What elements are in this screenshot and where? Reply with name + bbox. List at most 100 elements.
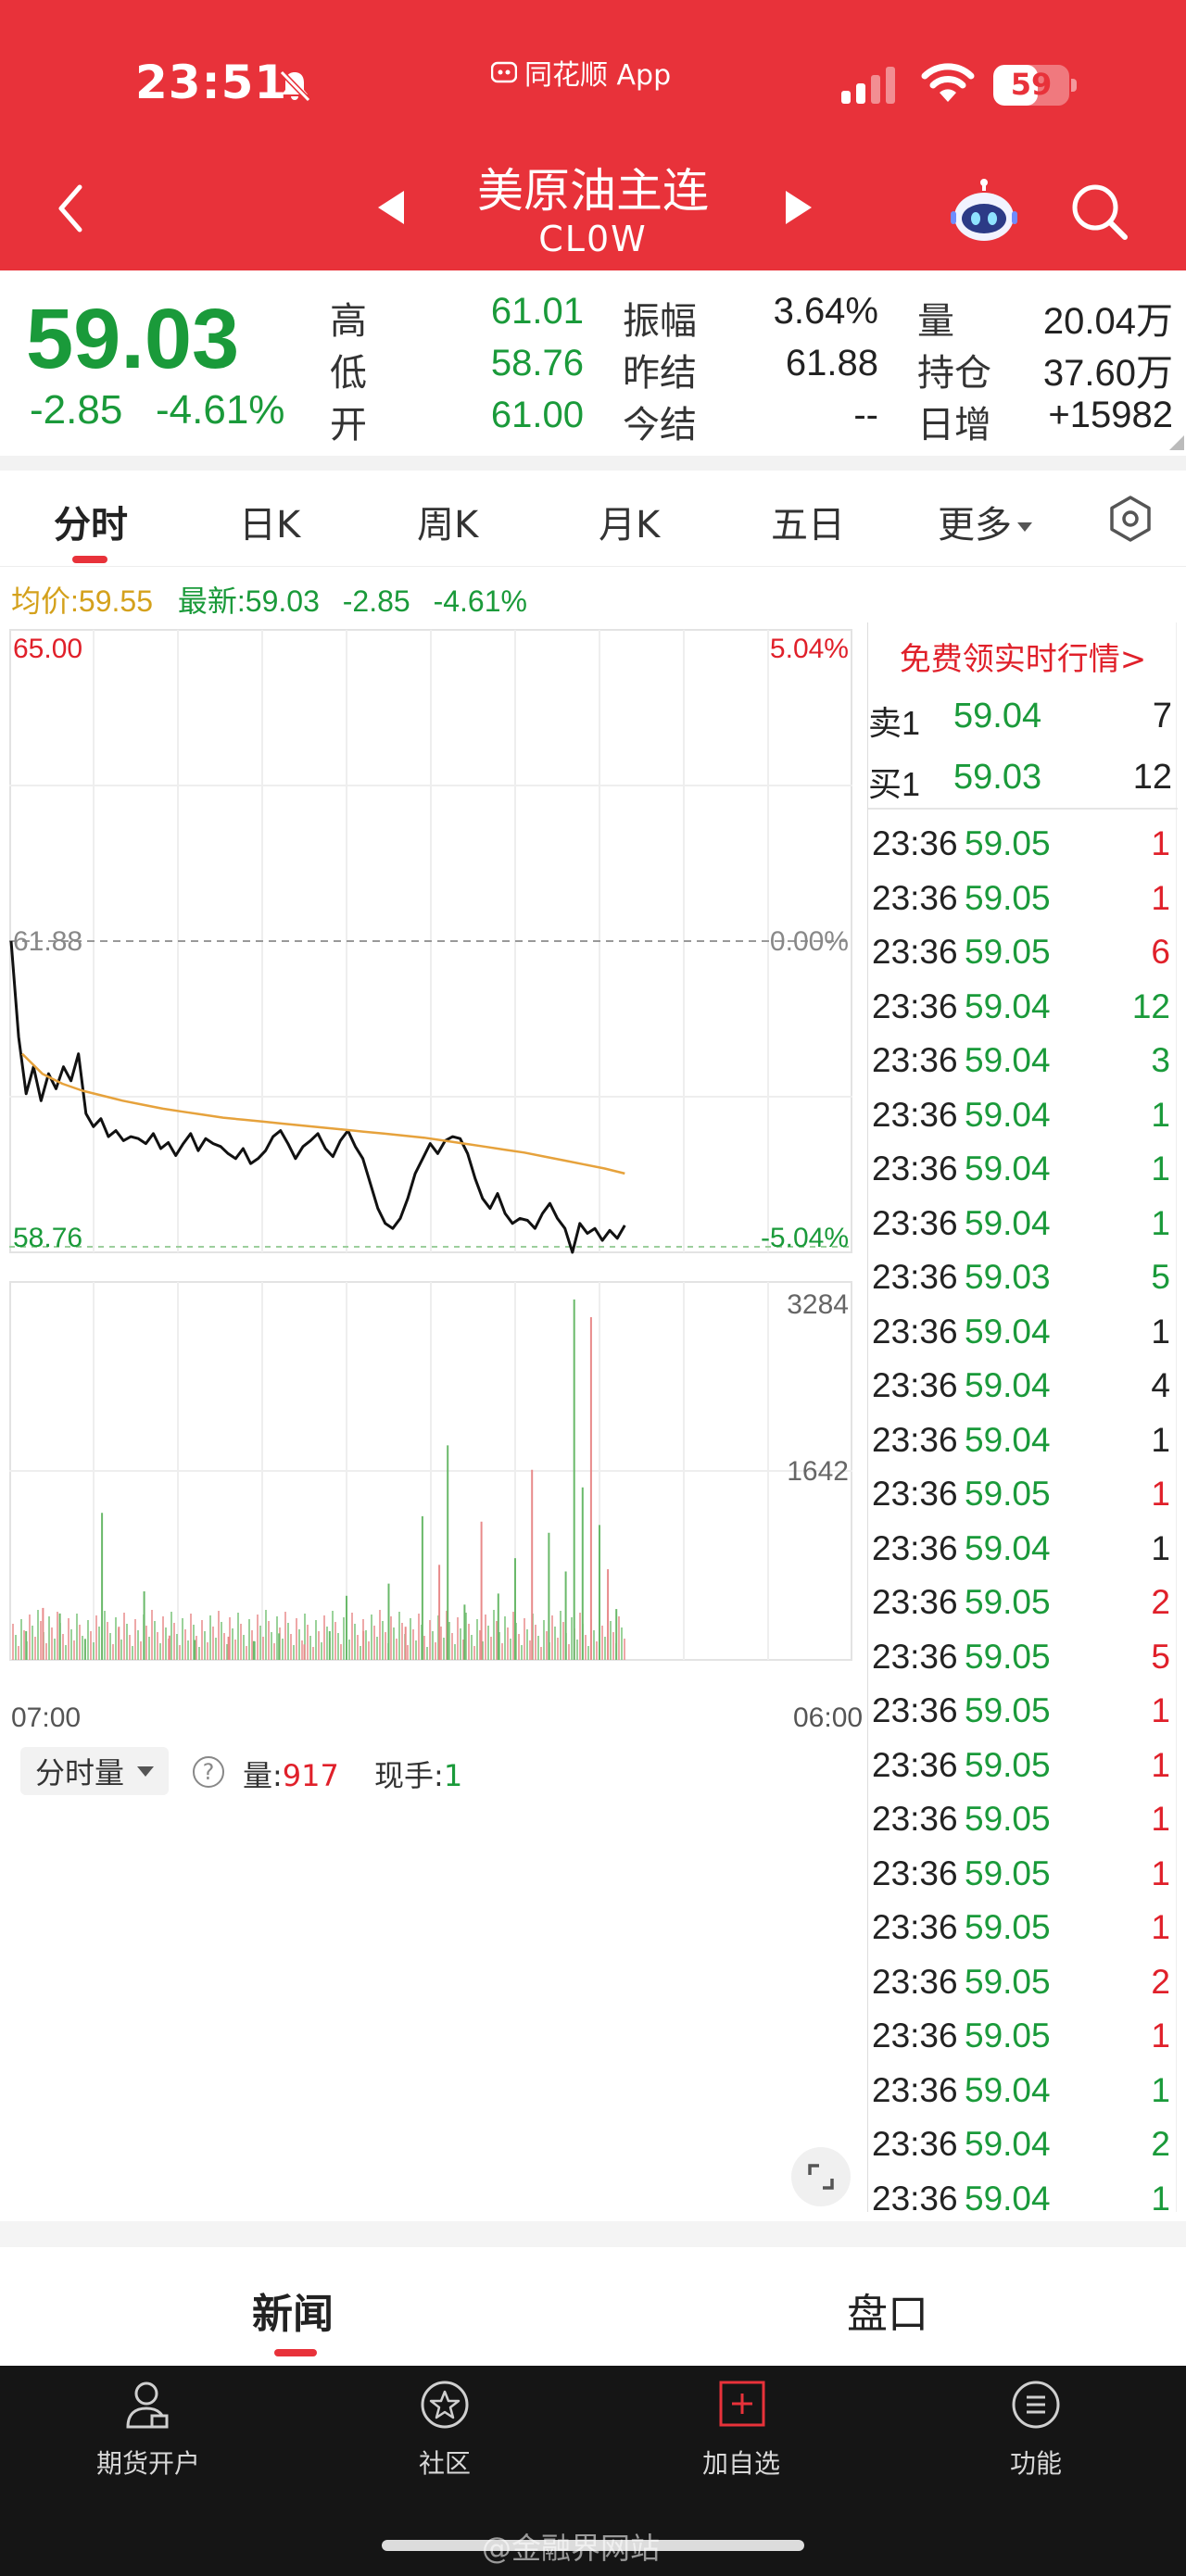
tick-time: 23:36 <box>872 2179 958 2218</box>
contract-code: CL0W <box>538 219 648 259</box>
volume-label-mid: 1642 <box>787 1456 849 1487</box>
quote-label-open-interest: 持仓 <box>917 352 991 395</box>
tab-more[interactable]: 更多 <box>938 495 1032 548</box>
tick-price: 59.05 <box>965 2017 1051 2055</box>
buy-1-qty: 12 <box>1132 758 1172 797</box>
tick-volume: 5 <box>1151 1637 1170 1676</box>
y-label-percent-reference: 0.00% <box>770 926 849 957</box>
sell-1-price: 59.04 <box>953 697 1042 735</box>
tick-row: 23:36 59.05 2 <box>868 1577 1178 1631</box>
tick-time: 23:36 <box>872 2125 958 2163</box>
bell-muted-icon <box>279 69 311 103</box>
tab-weekly-k[interactable]: 周K <box>417 495 478 548</box>
menu-list-icon <box>1012 2381 1060 2429</box>
tick-time: 23:36 <box>872 1041 958 1079</box>
latest-price-label: 最新: <box>177 584 246 618</box>
tick-row: 23:36 59.04 2 <box>868 2119 1178 2173</box>
battery-percent: 59 <box>1010 67 1053 102</box>
quote-value-open: 61.00 <box>490 395 584 435</box>
tab-five-day[interactable]: 五日 <box>771 495 845 548</box>
nav-add-watchlist[interactable]: 加自选 <box>649 2375 834 2481</box>
buy-1-label: 买1 <box>868 765 921 803</box>
sell-1-row: 卖1 59.04 7 <box>868 685 1178 747</box>
tick-time: 23:36 <box>872 1691 958 1729</box>
tick-row: 23:36 59.05 1 <box>868 873 1178 927</box>
nav-functions[interactable]: 功能 <box>943 2375 1129 2481</box>
tab-news[interactable]: 新闻 <box>252 2281 334 2340</box>
tick-price: 59.05 <box>965 1475 1051 1513</box>
tick-row: 23:36 59.05 5 <box>868 1632 1178 1686</box>
settings-hexagon-icon[interactable] <box>1106 495 1154 543</box>
volume-label: 量: <box>243 1758 283 1793</box>
previous-contract-icon[interactable] <box>372 187 410 228</box>
source-app-indicator[interactable]: 同花顺 App <box>491 52 671 93</box>
tick-time: 23:36 <box>872 1853 958 1892</box>
tick-price: 59.05 <box>965 878 1051 917</box>
tick-volume: 1 <box>1151 1150 1170 1187</box>
tick-row: 23:36 59.04 4 <box>868 1361 1178 1414</box>
back-icon[interactable] <box>48 176 95 241</box>
home-indicator <box>382 2540 804 2551</box>
volume-selector-label: 分时量 <box>35 1755 125 1791</box>
tick-time: 23:36 <box>872 2070 958 2109</box>
tick-row: 23:36 59.05 1 <box>868 1740 1178 1794</box>
tick-price: 59.05 <box>965 824 1051 862</box>
tick-price: 59.04 <box>965 2179 1051 2218</box>
tick-time: 23:36 <box>872 1637 958 1676</box>
section-divider <box>0 456 1186 471</box>
volume-indicator-selector[interactable]: 分时量 <box>20 1747 170 1795</box>
help-icon[interactable]: ? <box>193 1756 224 1788</box>
tick-time: 23:36 <box>872 1095 958 1134</box>
nav-open-account[interactable]: 期货开户 <box>56 2375 241 2481</box>
fullscreen-icon[interactable] <box>791 2147 851 2206</box>
status-time: 23:51 <box>135 56 288 109</box>
volume-label-top: 3284 <box>787 1289 849 1320</box>
tick-volume: 1 <box>1151 2070 1170 2109</box>
tick-volume: 2 <box>1151 1583 1170 1621</box>
y-label-percent-top: 5.04% <box>770 634 849 664</box>
quote-value-volume: 20.04万 <box>1042 301 1173 342</box>
free-realtime-quote-link[interactable]: 免费领实时行情> <box>868 634 1178 679</box>
wifi-icon <box>921 63 975 102</box>
intraday-chart[interactable]: 65.00 61.88 58.76 5.04% 0.00% -5.04% 3284 1642 <box>9 622 862 1690</box>
tick-time: 23:36 <box>872 1908 958 1946</box>
average-price-line <box>21 1052 625 1175</box>
tick-time: 23:36 <box>872 1475 958 1513</box>
tick-volume: 1 <box>1151 1745 1170 1784</box>
quote-value-open-interest: 37.60万 <box>1042 353 1173 394</box>
tick-volume: 1 <box>1151 1095 1170 1134</box>
nav-label: 加自选 <box>701 2448 780 2479</box>
tick-time: 23:36 <box>872 1745 958 1784</box>
tick-volume: 1 <box>1151 2179 1170 2218</box>
avg-price-value: 59.55 <box>78 584 153 618</box>
nav-community[interactable]: 社区 <box>352 2375 537 2481</box>
nav-label: 社区 <box>418 2448 471 2479</box>
tick-row: 23:36 59.05 1 <box>868 1794 1178 1848</box>
tab-intraday[interactable]: 分时 <box>54 495 128 548</box>
tick-time: 23:36 <box>872 1203 958 1242</box>
next-contract-icon[interactable] <box>780 187 817 228</box>
tick-volume: 6 <box>1151 933 1170 971</box>
tick-price: 59.05 <box>965 1853 1051 1892</box>
tick-row: 23:36 59.05 2 <box>868 1957 1178 2011</box>
tick-row: 23:36 59.04 1 <box>868 2066 1178 2119</box>
add-watchlist-icon <box>719 2381 765 2427</box>
quote-value-low: 58.76 <box>490 343 584 383</box>
tab-daily-k[interactable]: 日K <box>239 495 300 548</box>
tick-volume: 4 <box>1151 1366 1170 1404</box>
tab-order-book[interactable]: 盘口 <box>847 2281 928 2340</box>
tick-volume: 1 <box>1151 1475 1170 1513</box>
nav-label: 期货开户 <box>95 2448 200 2479</box>
tab-monthly-k[interactable]: 月K <box>599 495 660 548</box>
chart-period-tabs: 分时 日K 周K 月K 五日 更多 <box>0 471 1186 567</box>
search-icon[interactable] <box>1067 180 1132 245</box>
tick-price: 59.04 <box>965 1041 1051 1079</box>
tick-price: 59.05 <box>965 1637 1051 1676</box>
tick-volume: 1 <box>1151 1853 1170 1892</box>
tick-time: 23:36 <box>872 1150 958 1187</box>
tick-row: 23:36 59.04 1 <box>868 1199 1178 1252</box>
tick-time: 23:36 <box>872 1528 958 1567</box>
ai-assistant-robot-icon[interactable] <box>951 178 1017 245</box>
tick-price: 59.04 <box>965 2125 1051 2163</box>
quote-label-prev-settle: 昨结 <box>623 352 697 395</box>
